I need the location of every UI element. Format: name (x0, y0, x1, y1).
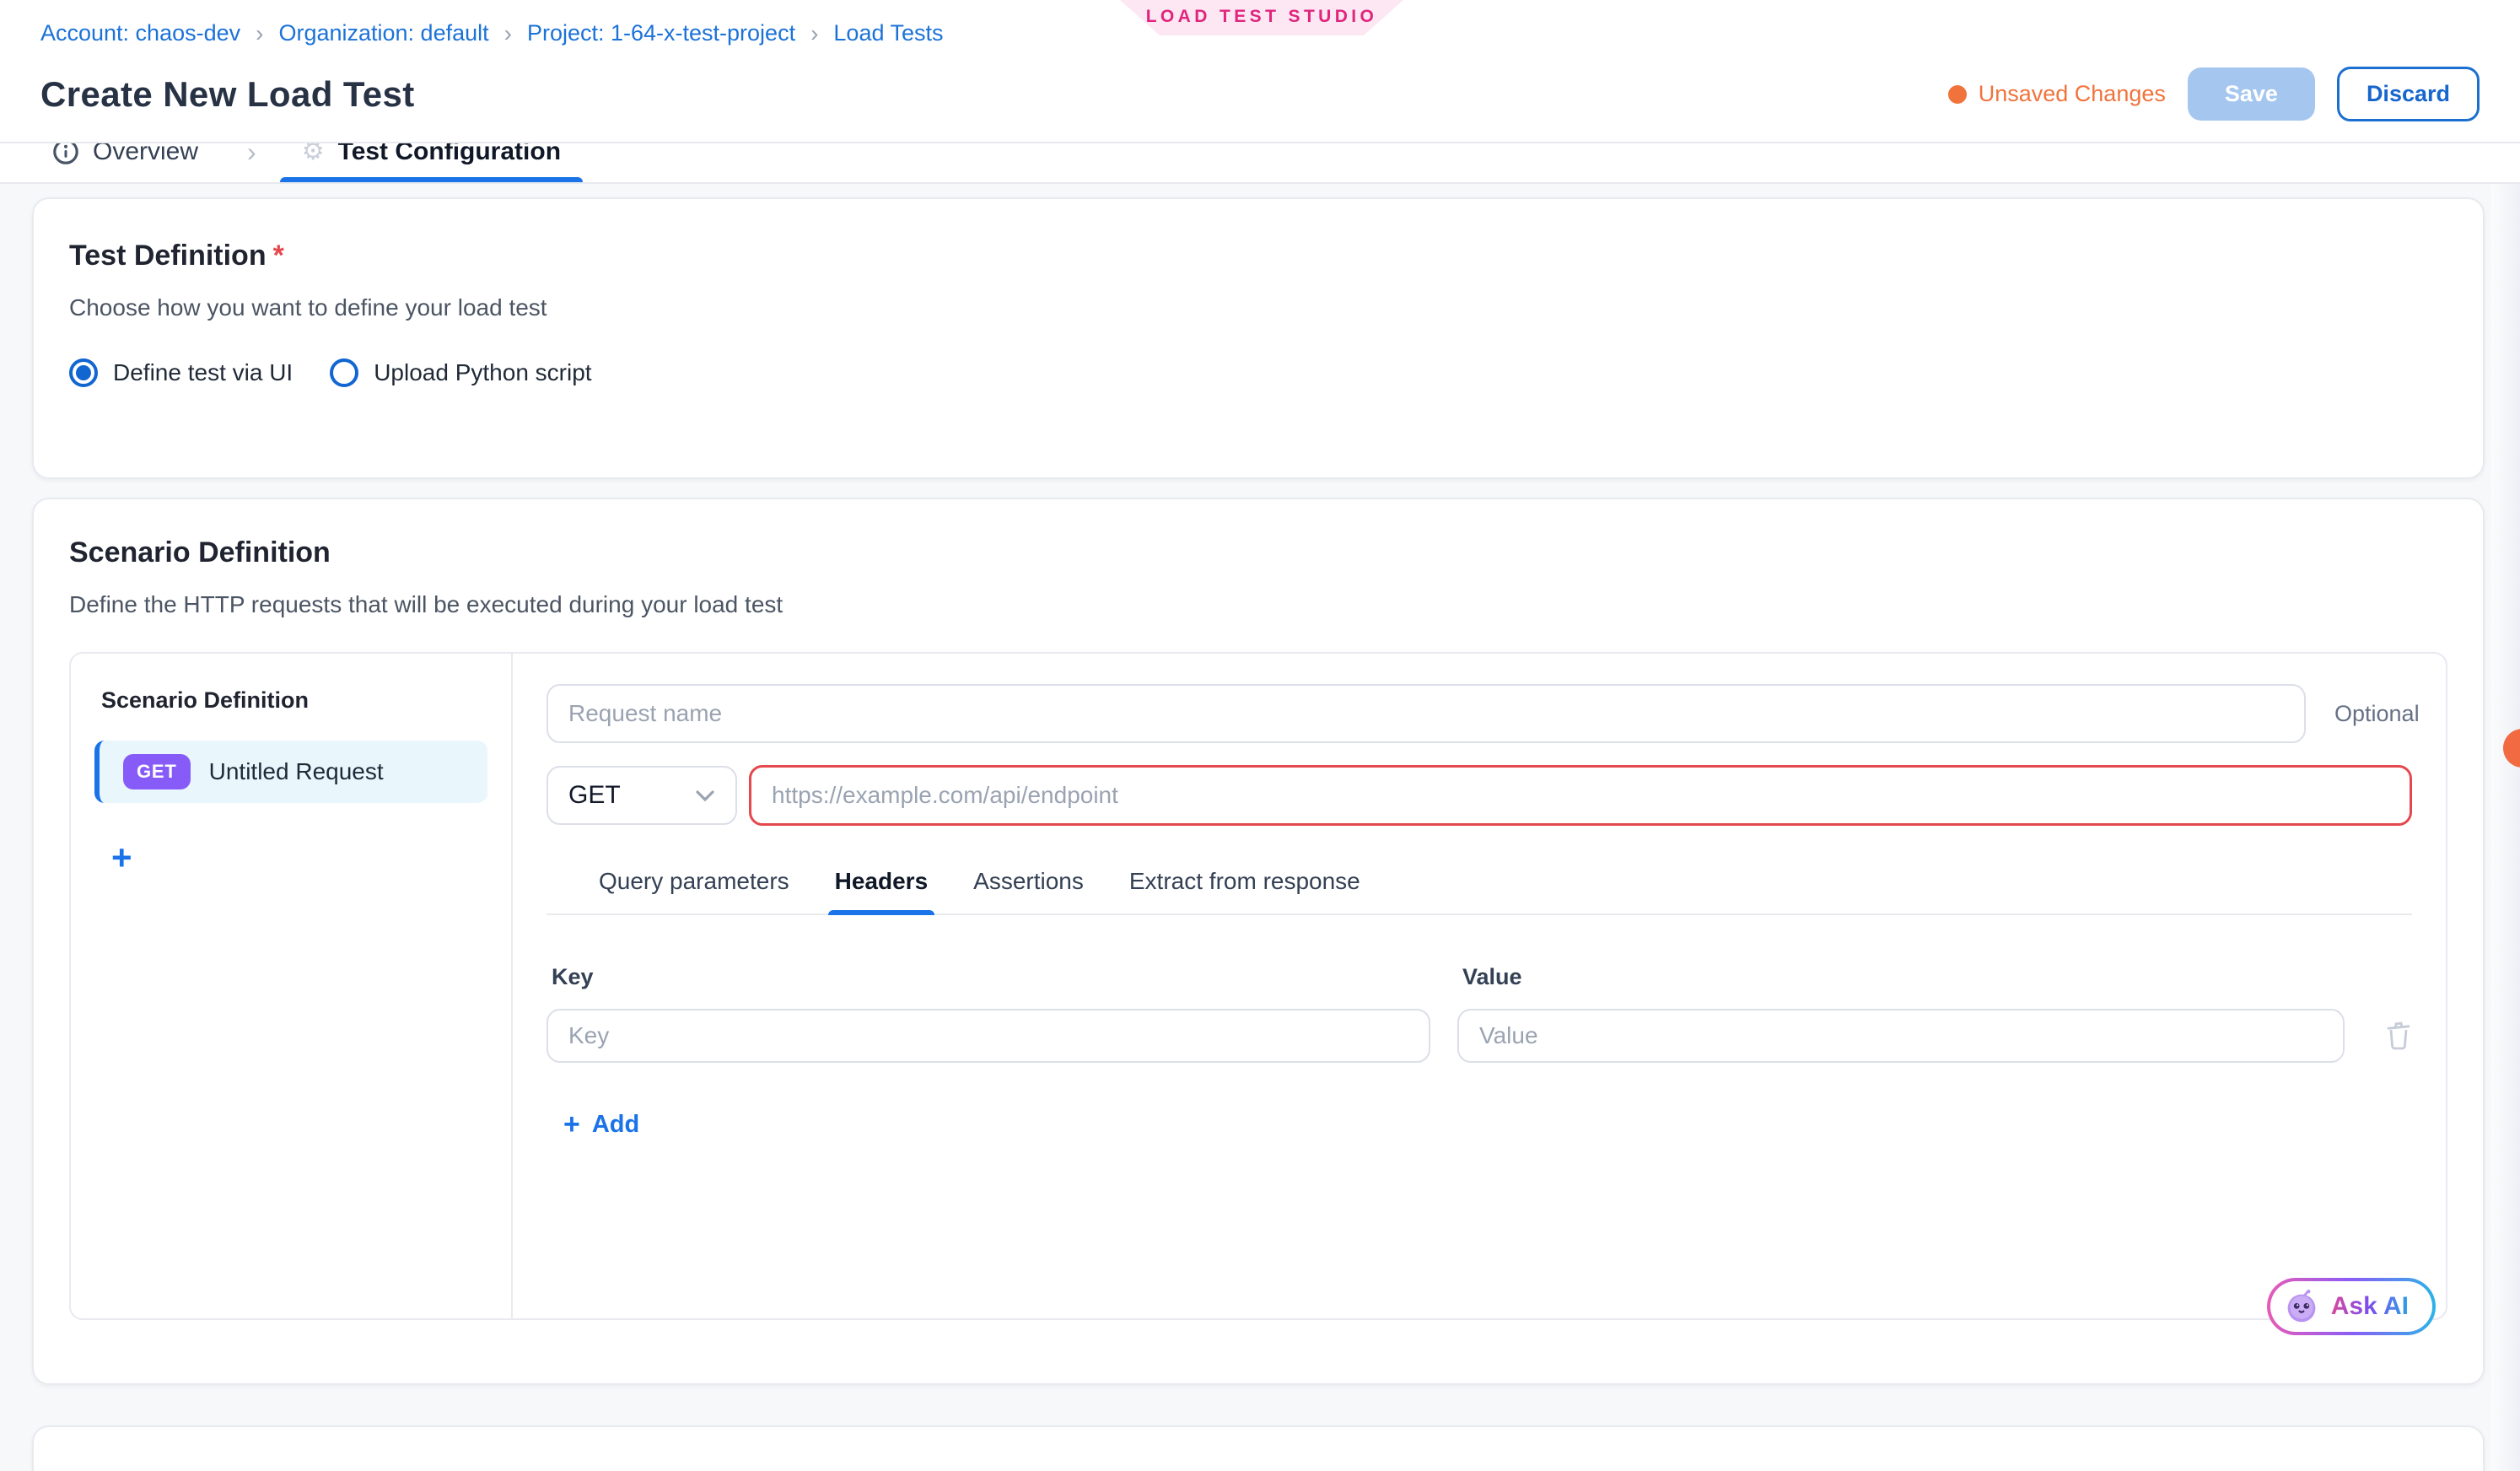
header-kv-labels: Key Value (547, 964, 2412, 990)
breadcrumb-account[interactable]: Account: chaos-dev (40, 20, 240, 46)
gear-icon: ⚙ (302, 143, 325, 164)
test-definition-options: Define test via UI Upload Python script (69, 358, 2447, 387)
breadcrumb-separator-icon: › (256, 22, 263, 46)
save-button[interactable]: Save (2188, 67, 2315, 121)
ask-ai-label: Ask AI (2331, 1292, 2409, 1321)
tab-chevron-icon: › (247, 143, 256, 168)
ask-ai-button[interactable]: Ask AI (2267, 1278, 2436, 1335)
request-subtabs: Query parameters Headers Assertions Extr… (547, 868, 2412, 915)
scenario-definition-card: Scenario Definition Define the HTTP requ… (32, 498, 2485, 1385)
tab-test-configuration-label: Test Configuration (338, 143, 561, 166)
load-test-studio-ribbon: LOAD TEST STUDIO (1120, 0, 1403, 35)
delete-row-button[interactable] (2385, 1021, 2412, 1051)
method-badge: GET (123, 754, 191, 789)
step-tabs-bar: Overview › ⚙ Test Configuration (0, 143, 2520, 184)
subtab-assertions[interactable]: Assertions (973, 868, 1084, 913)
scenario-definition-subtitle: Define the HTTP requests that will be ex… (69, 591, 2447, 618)
test-definition-title: Test Definition* (69, 240, 2447, 272)
header-key-input[interactable] (547, 1009, 1430, 1063)
add-header-label: Add (592, 1111, 639, 1139)
optional-label: Optional (2334, 701, 2412, 727)
add-header-button[interactable]: + Add (563, 1108, 639, 1141)
breadcrumb-project[interactable]: Project: 1-64-x-test-project (527, 20, 795, 46)
unsaved-changes-label: Unsaved Changes (1979, 81, 2166, 107)
ai-robot-icon (2284, 1289, 2319, 1324)
method-select[interactable]: GET (547, 766, 737, 825)
request-list-panel: Scenario Definition GET Untitled Request… (71, 654, 513, 1318)
load-test-studio-page: LOAD TEST STUDIO Account: chaos-dev › Or… (0, 0, 2520, 1471)
header-value-input[interactable] (1457, 1009, 2345, 1063)
header-kv-row (547, 1009, 2412, 1063)
value-column-label: Value (1462, 964, 1522, 990)
unsaved-dot-icon (1948, 85, 1967, 104)
radio-define-test-via-ui[interactable]: Define test via UI (69, 358, 293, 387)
scenario-builder: Scenario Definition GET Untitled Request… (69, 652, 2447, 1320)
unsaved-changes-status: Unsaved Changes (1948, 81, 2166, 107)
radio-unselected-icon[interactable] (330, 358, 358, 387)
plus-icon: + (563, 1108, 580, 1141)
test-definition-subtitle: Choose how you want to define your load … (69, 294, 2447, 321)
trash-icon (2385, 1026, 2412, 1057)
main-content: Test Definition* Choose how you want to … (0, 184, 2520, 1471)
active-tab-underline (280, 177, 583, 182)
info-circle-icon (52, 143, 79, 165)
page-title: Create New Load Test (40, 74, 415, 115)
radio-selected-icon[interactable] (69, 358, 98, 387)
page-header: LOAD TEST STUDIO Account: chaos-dev › Or… (0, 0, 2520, 143)
required-asterisk: * (273, 240, 284, 272)
chevron-down-icon (695, 781, 715, 810)
breadcrumb-load-tests[interactable]: Load Tests (833, 20, 943, 46)
request-list-item[interactable]: GET Untitled Request (94, 741, 487, 803)
subtab-extract-from-response[interactable]: Extract from response (1129, 868, 1360, 913)
method-select-value: GET (568, 781, 621, 810)
next-section-card (32, 1425, 2485, 1471)
add-request-button[interactable]: + (94, 840, 148, 876)
subtab-headers[interactable]: Headers (835, 868, 929, 913)
request-editor: Optional GET Q (513, 654, 2446, 1318)
tab-overview-label: Overview (93, 143, 198, 166)
radio-upload-python-script[interactable]: Upload Python script (330, 358, 591, 387)
request-name-label: Untitled Request (209, 758, 384, 785)
active-subtab-underline (828, 910, 935, 915)
breadcrumb-separator-icon: › (504, 22, 512, 46)
request-name-input[interactable] (547, 684, 2306, 743)
breadcrumb-organization[interactable]: Organization: default (278, 20, 488, 46)
breadcrumb-separator-icon: › (810, 22, 818, 46)
request-list-title: Scenario Definition (94, 687, 487, 714)
radio-upload-python-script-label: Upload Python script (374, 359, 591, 386)
test-definition-title-text: Test Definition (69, 240, 267, 272)
tab-overview[interactable]: Overview (47, 143, 220, 184)
test-definition-card: Test Definition* Choose how you want to … (32, 197, 2485, 479)
key-column-label: Key (547, 964, 1430, 990)
radio-define-test-via-ui-label: Define test via UI (113, 359, 293, 386)
subtab-headers-label: Headers (835, 868, 929, 894)
url-input[interactable] (749, 765, 2412, 826)
scenario-definition-title: Scenario Definition (69, 536, 2447, 569)
tab-test-configuration[interactable]: ⚙ Test Configuration (280, 143, 583, 184)
discard-button[interactable]: Discard (2337, 67, 2480, 121)
subtab-query-parameters[interactable]: Query parameters (599, 868, 789, 913)
